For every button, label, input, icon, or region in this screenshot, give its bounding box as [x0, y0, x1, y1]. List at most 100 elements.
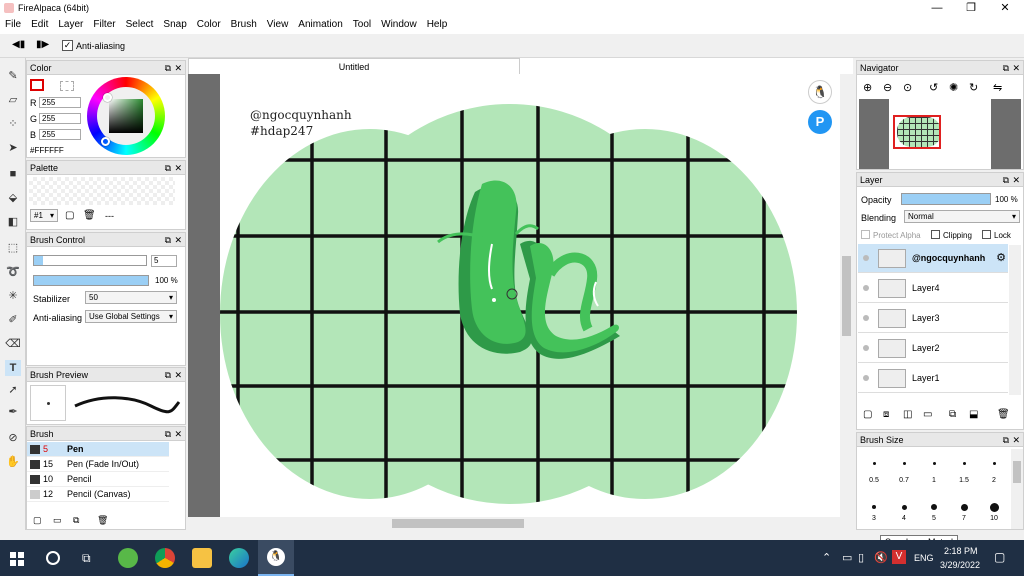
- brush-list-item[interactable]: 10 Pencil: [27, 472, 169, 487]
- float-icon[interactable]: ⧉: [1003, 61, 1009, 75]
- add-layer-icon[interactable]: ▢: [863, 409, 872, 420]
- vertical-scrollbar[interactable]: [840, 74, 853, 517]
- vertical-scroll-thumb[interactable]: [842, 256, 851, 336]
- greenshot-icon[interactable]: [118, 548, 138, 568]
- primary-color-swatch[interactable]: [30, 79, 44, 91]
- menu-snap[interactable]: Snap: [158, 16, 191, 34]
- navigator-preview[interactable]: [859, 99, 1021, 169]
- visibility-icon[interactable]: [863, 255, 869, 261]
- eyedropper-icon[interactable]: ⊘: [5, 430, 21, 446]
- horizontal-scroll-thumb[interactable]: [392, 519, 524, 528]
- float-icon[interactable]: ⧉: [165, 427, 171, 441]
- float-icon[interactable]: ⧉: [165, 368, 171, 382]
- zoom-out-icon[interactable]: ⊖: [883, 81, 892, 94]
- folder-brush-icon[interactable]: ▭: [53, 515, 62, 526]
- brush-size-cell[interactable]: 1.5: [949, 449, 979, 487]
- float-icon[interactable]: ⧉: [165, 161, 171, 175]
- antialias-checkbox[interactable]: ✓: [62, 40, 73, 51]
- lasso-icon[interactable]: ➰: [5, 264, 21, 280]
- layer-row[interactable]: Layer3: [858, 304, 1008, 333]
- bucket-icon[interactable]: ⬙: [5, 190, 21, 206]
- windows-start-icon[interactable]: [10, 552, 24, 566]
- layer-row[interactable]: Layer4: [858, 274, 1008, 303]
- hue-marker[interactable]: [101, 137, 110, 146]
- network-icon[interactable]: ▭: [842, 551, 852, 564]
- brush-size-scroll-thumb[interactable]: [1013, 461, 1021, 483]
- prev-frame-icon[interactable]: ◀▮: [12, 39, 25, 50]
- move-icon[interactable]: ➤: [5, 140, 21, 156]
- volume-muted-icon[interactable]: 🔇: [874, 551, 888, 564]
- next-frame-icon[interactable]: ▮▶: [36, 39, 49, 50]
- brush-size-slider[interactable]: [33, 255, 147, 266]
- menu-edit[interactable]: Edit: [26, 16, 53, 34]
- select-pen-icon[interactable]: ✐: [5, 312, 21, 328]
- brush-size-cell[interactable]: 4: [889, 487, 919, 525]
- clipping-checkbox[interactable]: [931, 230, 940, 239]
- brush-size-cell[interactable]: 0.5: [859, 449, 889, 487]
- menu-brush[interactable]: Brush: [226, 16, 262, 34]
- saturation-square[interactable]: [109, 99, 143, 133]
- rotate-right-icon[interactable]: ↻: [969, 81, 978, 94]
- brush-size-field[interactable]: 5: [151, 255, 177, 267]
- notification-icon[interactable]: ▢: [994, 550, 1005, 564]
- close-icon[interactable]: ✕: [1012, 433, 1020, 447]
- magic-wand-icon[interactable]: ✳: [5, 288, 21, 304]
- pen-icon[interactable]: ✎: [5, 68, 21, 84]
- firealpaca-taskbar-button[interactable]: 🐧: [258, 540, 294, 576]
- layer-list-scrollbar[interactable]: [1009, 245, 1021, 395]
- flip-icon[interactable]: ⇋: [993, 81, 1002, 94]
- language-indicator[interactable]: ENG: [914, 553, 934, 563]
- visibility-icon[interactable]: [863, 375, 869, 381]
- hand-icon[interactable]: ✋: [5, 454, 21, 470]
- select-eraser-icon[interactable]: ⌫: [5, 336, 21, 352]
- restore-button[interactable]: ❐: [954, 0, 988, 16]
- share-icon[interactable]: P: [808, 110, 832, 134]
- brush-list-item[interactable]: 15 Pen (Fade In/Out): [27, 457, 169, 472]
- b-field[interactable]: 255: [39, 129, 81, 140]
- edge-icon[interactable]: [229, 548, 249, 568]
- close-icon[interactable]: ✕: [174, 61, 182, 75]
- dropper-icon[interactable]: ✒: [5, 404, 21, 420]
- gradient-icon[interactable]: ◧: [5, 214, 21, 230]
- minimize-button[interactable]: —: [920, 0, 954, 16]
- brush-size-cell[interactable]: 3: [859, 487, 889, 525]
- reset-rotation-icon[interactable]: ✺: [949, 81, 958, 94]
- search-icon[interactable]: [46, 551, 60, 565]
- document-tab[interactable]: Untitled: [188, 58, 520, 74]
- float-icon[interactable]: ⧉: [165, 61, 171, 75]
- layer-row[interactable]: Layer1: [858, 364, 1008, 393]
- select-icon[interactable]: ⬚: [5, 240, 21, 256]
- brush-size-cell[interactable]: 2: [979, 449, 1009, 487]
- eraser-icon[interactable]: ▱: [5, 92, 21, 108]
- horizontal-scrollbar[interactable]: [188, 517, 853, 530]
- add-1bit-layer-icon[interactable]: ◫: [903, 409, 912, 420]
- brush-size-cell[interactable]: 0.7: [889, 449, 919, 487]
- rotate-left-icon[interactable]: ↺: [929, 81, 938, 94]
- duplicate-layer-icon[interactable]: ⧉: [949, 409, 956, 420]
- close-icon[interactable]: ✕: [174, 233, 182, 247]
- menu-select[interactable]: Select: [121, 16, 159, 34]
- close-icon[interactable]: ✕: [174, 161, 182, 175]
- layer-row[interactable]: Layer2: [858, 334, 1008, 363]
- float-icon[interactable]: ⧉: [1003, 433, 1009, 447]
- navigator-viewport[interactable]: [893, 115, 941, 149]
- text-icon[interactable]: T: [5, 360, 21, 376]
- menu-help[interactable]: Help: [422, 16, 453, 34]
- layer-opacity-slider[interactable]: [901, 193, 991, 205]
- value-marker[interactable]: [103, 93, 112, 102]
- delete-palette-icon[interactable]: 🗑: [83, 210, 96, 221]
- blending-select[interactable]: Normal: [904, 210, 1020, 223]
- brush-antialias-select[interactable]: Use Global Settings: [85, 310, 177, 323]
- menu-layer[interactable]: Layer: [53, 16, 88, 34]
- layer-row[interactable]: @ngocquynhanh ⚙: [858, 244, 1008, 273]
- brush-size-cell[interactable]: 10: [979, 487, 1009, 525]
- close-icon[interactable]: ✕: [174, 427, 182, 441]
- protect-alpha-checkbox[interactable]: [861, 230, 870, 239]
- brush-list-item[interactable]: 12 Pencil (Canvas): [27, 487, 169, 502]
- layer-settings-icon[interactable]: ⚙: [996, 251, 1006, 264]
- brush-size-scrollbar[interactable]: [1011, 449, 1023, 529]
- brush-size-cell[interactable]: 1: [919, 449, 949, 487]
- stabilizer-select[interactable]: 50: [85, 291, 177, 304]
- chrome-icon[interactable]: [155, 548, 175, 568]
- delete-layer-icon[interactable]: 🗑: [997, 409, 1010, 420]
